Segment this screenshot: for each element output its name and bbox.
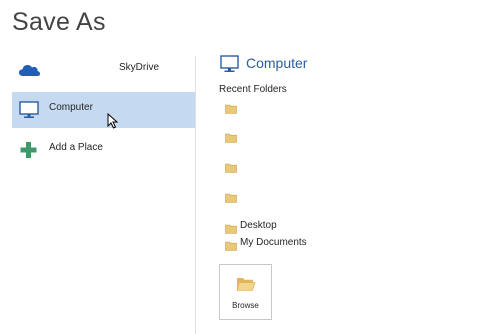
browse-label: Browse: [232, 301, 259, 310]
page-title: Save As: [12, 8, 106, 36]
save-as-page: Save As SkyDrive Computer Add a Place Co…: [0, 0, 500, 334]
folder-label-desktop: Desktop: [240, 220, 277, 231]
plus-icon: [18, 140, 42, 160]
browse-button[interactable]: Browse: [219, 264, 272, 320]
folder-label-my-documents: My Documents: [240, 237, 307, 248]
folder-icon: [225, 160, 237, 173]
cloud-icon: [18, 60, 42, 80]
section-title: Computer: [246, 55, 308, 71]
computer-icon: [18, 100, 42, 120]
place-computer[interactable]: Computer: [12, 92, 195, 128]
computer-icon: [219, 54, 241, 74]
place-label-computer: Computer: [49, 102, 93, 113]
recent-folder-item[interactable]: [223, 99, 473, 115]
column-divider: [195, 56, 196, 334]
folder-my-documents[interactable]: My Documents: [223, 236, 473, 252]
folder-icon: [225, 190, 237, 203]
open-folder-icon: [236, 276, 256, 292]
folder-icon: [225, 238, 237, 251]
recent-folder-item[interactable]: [223, 188, 473, 204]
recent-folder-item[interactable]: [223, 158, 473, 174]
folder-icon: [225, 130, 237, 143]
folder-icon: [225, 221, 237, 234]
place-label-skydrive: SkyDrive: [119, 62, 160, 73]
mouse-pointer-icon: [107, 112, 119, 129]
recent-folders-heading: Recent Folders: [219, 84, 287, 95]
folder-desktop[interactable]: Desktop: [223, 219, 473, 235]
place-label-add-a-place: Add a Place: [49, 142, 103, 153]
folder-icon: [225, 101, 237, 114]
place-skydrive[interactable]: SkyDrive: [12, 52, 195, 88]
recent-folder-item[interactable]: [223, 128, 473, 144]
place-add-a-place[interactable]: Add a Place: [12, 132, 195, 168]
